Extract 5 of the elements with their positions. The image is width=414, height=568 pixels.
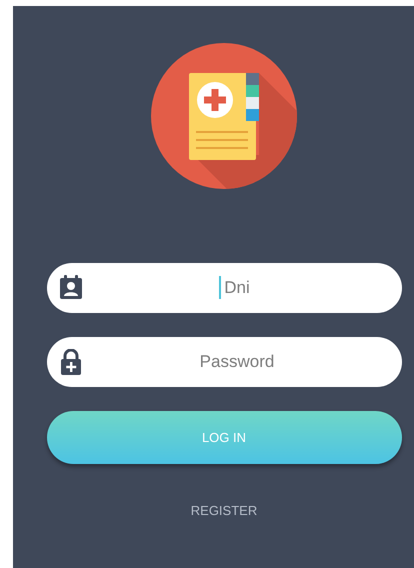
register-link[interactable]: REGISTER — [190, 501, 258, 520]
id-badge-icon — [60, 275, 82, 299]
lock-icon — [60, 349, 80, 375]
input-field[interactable]: Dni — [46, 263, 402, 313]
input-field[interactable]: Password — [46, 337, 402, 387]
